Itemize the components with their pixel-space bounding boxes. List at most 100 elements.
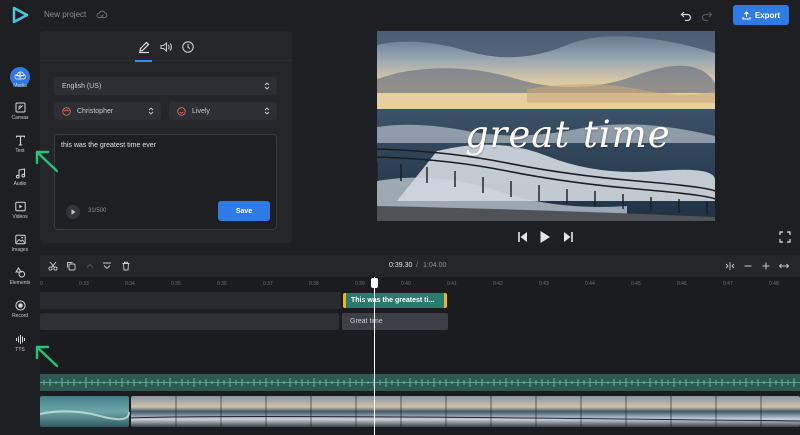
expand-timeline-icon[interactable] <box>779 261 789 271</box>
skip-forward-icon[interactable] <box>563 230 574 244</box>
undo-icon[interactable] <box>680 9 692 21</box>
ruler-tick: 0:47 <box>723 281 733 287</box>
shapes-icon <box>14 267 25 278</box>
style-value: Lively <box>192 107 210 115</box>
export-label: Export <box>754 10 781 20</box>
sidebar-item-media[interactable]: Media <box>0 70 40 89</box>
ruler-tick: 0:46 <box>677 281 687 287</box>
editor-app: New project Export + Media Canvas Text A… <box>0 0 800 435</box>
total-time: 1:04.00 <box>423 262 447 269</box>
chevron-updown-icon <box>264 82 270 90</box>
media-upload-icon <box>14 71 26 80</box>
chevron-updown-icon <box>264 107 270 115</box>
chevron-updown-icon <box>148 107 154 115</box>
sidebar-item-record[interactable]: Record <box>0 300 40 319</box>
ruler-tick: 0:48 <box>769 281 779 287</box>
audio-waveform <box>40 377 800 388</box>
timeline: 0:39.30 / 1:04.00 0 0:33 0:34 0:35 0:36 … <box>39 255 800 435</box>
project-title[interactable]: New project <box>44 10 86 19</box>
canvas-icon <box>15 102 25 113</box>
sidebar-item-videos[interactable]: Videos <box>0 201 40 220</box>
play-icon[interactable] <box>539 230 551 244</box>
ruler-tick: 0:34 <box>125 281 135 287</box>
left-sidebar: + Media Canvas Text Audio Videos Images … <box>0 30 40 435</box>
fit-timeline-icon[interactable] <box>725 261 735 271</box>
export-button[interactable]: Export <box>733 5 789 25</box>
move-up-icon[interactable] <box>85 261 95 271</box>
annotation-arrow-icon <box>35 345 59 368</box>
language-select[interactable]: English (US) <box>54 77 277 95</box>
split-scissors-icon[interactable] <box>48 261 58 271</box>
timeline-toolbar: 0:39.30 / 1:04.00 <box>40 255 800 277</box>
voice-select[interactable]: Christopher <box>54 102 161 120</box>
sidebar-label-images: Images <box>11 247 29 253</box>
audio-track[interactable] <box>40 374 800 391</box>
sidebar-item-elements[interactable]: Elements <box>0 267 40 286</box>
style-select[interactable]: Lively <box>169 102 277 120</box>
top-bar: New project Export <box>0 0 800 30</box>
current-time: 0:39.30 <box>389 262 413 269</box>
ruler-tick: 0:38 <box>309 281 319 287</box>
text-clip[interactable]: Great time <box>342 313 448 330</box>
tts-panel: English (US) Christopher Lively this was… <box>40 31 292 243</box>
music-note-icon <box>15 168 25 179</box>
timeline-ruler[interactable]: 0 0:33 0:34 0:35 0:36 0:37 0:38 0:39 0:4… <box>40 277 800 289</box>
play-icon <box>71 209 76 215</box>
zoom-in-icon[interactable] <box>761 261 771 271</box>
ruler-tick: 0:41 <box>447 281 457 287</box>
preview-voice-button[interactable] <box>66 205 80 219</box>
ruler-tick: 0:33 <box>79 281 89 287</box>
record-icon <box>14 300 26 311</box>
app-logo-icon[interactable] <box>11 6 29 24</box>
ruler-tick: 0:39 <box>355 281 365 287</box>
tts-text-input[interactable]: this was the greatest time ever 31/500 S… <box>54 134 277 230</box>
clock-icon[interactable] <box>180 39 196 55</box>
sidebar-item-images[interactable]: Images <box>0 234 40 253</box>
video-icon <box>14 201 26 212</box>
video-track[interactable] <box>39 396 800 427</box>
ruler-tick: 0:37 <box>263 281 273 287</box>
voice-avatar-icon <box>62 106 71 116</box>
ruler-tick: 0:40 <box>401 281 411 287</box>
language-value: English (US) <box>62 82 102 90</box>
cloud-sync-icon <box>96 10 108 18</box>
sidebar-label-audio: Audio <box>13 181 27 187</box>
playhead-handle[interactable] <box>371 278 378 288</box>
zoom-out-icon[interactable] <box>743 261 753 271</box>
waveform-icon <box>15 335 25 344</box>
image-icon <box>14 234 26 245</box>
caption-overlay-text[interactable]: great time <box>465 113 671 156</box>
ruler-tick: 0:44 <box>585 281 595 287</box>
text-clip-label: Great time <box>350 318 383 325</box>
video-thumbnail-strip <box>39 396 800 427</box>
sidebar-label-canvas: Canvas <box>11 115 29 121</box>
trash-icon[interactable] <box>121 261 131 271</box>
move-down-icon[interactable] <box>102 261 112 271</box>
video-preview[interactable]: great time <box>377 31 715 221</box>
text-clip[interactable] <box>40 313 339 330</box>
duplicate-icon[interactable] <box>66 261 76 271</box>
panel-tabs <box>40 31 292 62</box>
volume-icon[interactable] <box>158 39 174 55</box>
ruler-tick: 0 <box>40 281 43 287</box>
save-button[interactable]: Save <box>218 201 270 221</box>
edit-text-icon[interactable] <box>136 39 152 55</box>
tts-text-value[interactable]: this was the greatest time ever <box>61 142 156 149</box>
sidebar-label-elements: Elements <box>9 280 31 286</box>
sidebar-item-canvas[interactable]: Canvas <box>0 102 40 121</box>
annotation-arrow-icon <box>35 150 59 173</box>
char-count: 31/500 <box>88 208 107 214</box>
ruler-tick: 0:42 <box>493 281 503 287</box>
text-icon <box>15 135 25 146</box>
mood-icon <box>177 106 186 116</box>
redo-icon[interactable] <box>701 9 713 21</box>
export-icon <box>742 10 751 20</box>
fullscreen-icon[interactable] <box>779 231 791 243</box>
tts-clip[interactable]: This was the greatest ti... <box>343 293 447 308</box>
text-track: Great time <box>40 313 800 330</box>
ruler-tick: 0:43 <box>539 281 549 287</box>
playhead-line <box>374 277 375 435</box>
skip-back-icon[interactable] <box>517 230 528 244</box>
voice-value: Christopher <box>77 107 114 115</box>
sidebar-label-videos: Videos <box>12 214 28 220</box>
